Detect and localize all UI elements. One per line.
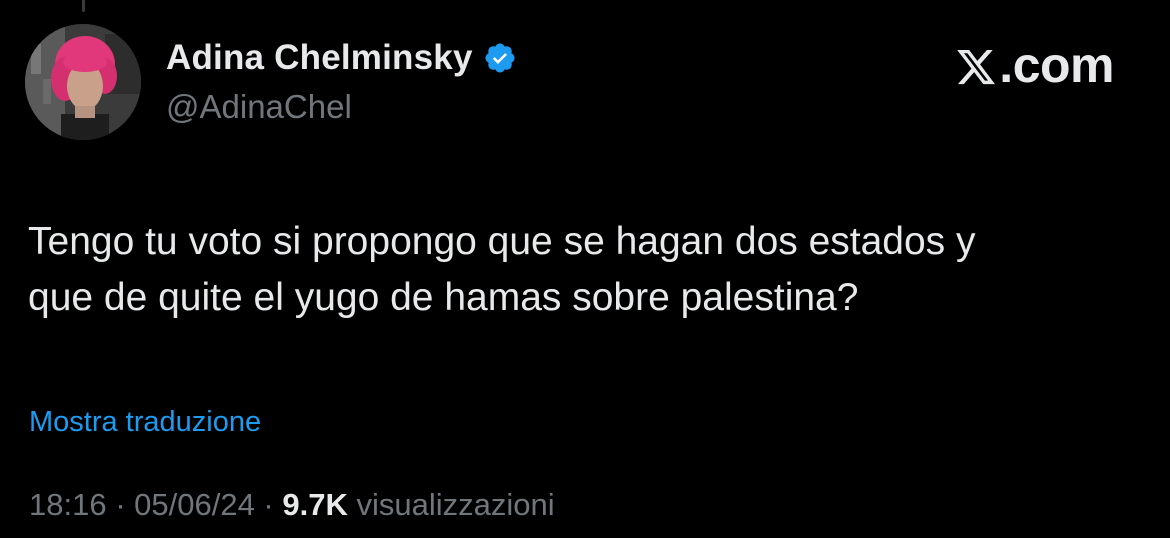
x-logo-icon bbox=[955, 43, 997, 87]
author-name[interactable]: Adina Chelminsky bbox=[166, 38, 517, 78]
views-count: 9.7K bbox=[282, 487, 348, 522]
avatar[interactable] bbox=[25, 24, 141, 140]
tweet-meta: 18:16 · 05/06/24 · 9.7K visualizzazioni bbox=[29, 487, 555, 523]
brand-label: .com bbox=[999, 37, 1114, 93]
meta-separator: · bbox=[254, 487, 283, 522]
tweet-text: Tengo tu voto si propongo que se hagan d… bbox=[28, 220, 976, 319]
tweet-time[interactable]: 18:16 bbox=[29, 487, 107, 522]
show-translation-link[interactable]: Mostra traduzione bbox=[29, 406, 261, 439]
tweet-date[interactable]: 05/06/24 bbox=[134, 487, 255, 522]
views-label: visualizzazioni bbox=[356, 487, 555, 522]
brand-watermark: .com bbox=[955, 36, 1114, 94]
thread-connector-line bbox=[82, 0, 85, 12]
meta-separator: · bbox=[106, 487, 135, 522]
verified-badge-icon bbox=[483, 41, 517, 75]
author-handle[interactable]: @AdinaChel bbox=[166, 88, 352, 126]
avatar-image bbox=[25, 24, 141, 140]
author-name-text: Adina Chelminsky bbox=[166, 38, 473, 77]
